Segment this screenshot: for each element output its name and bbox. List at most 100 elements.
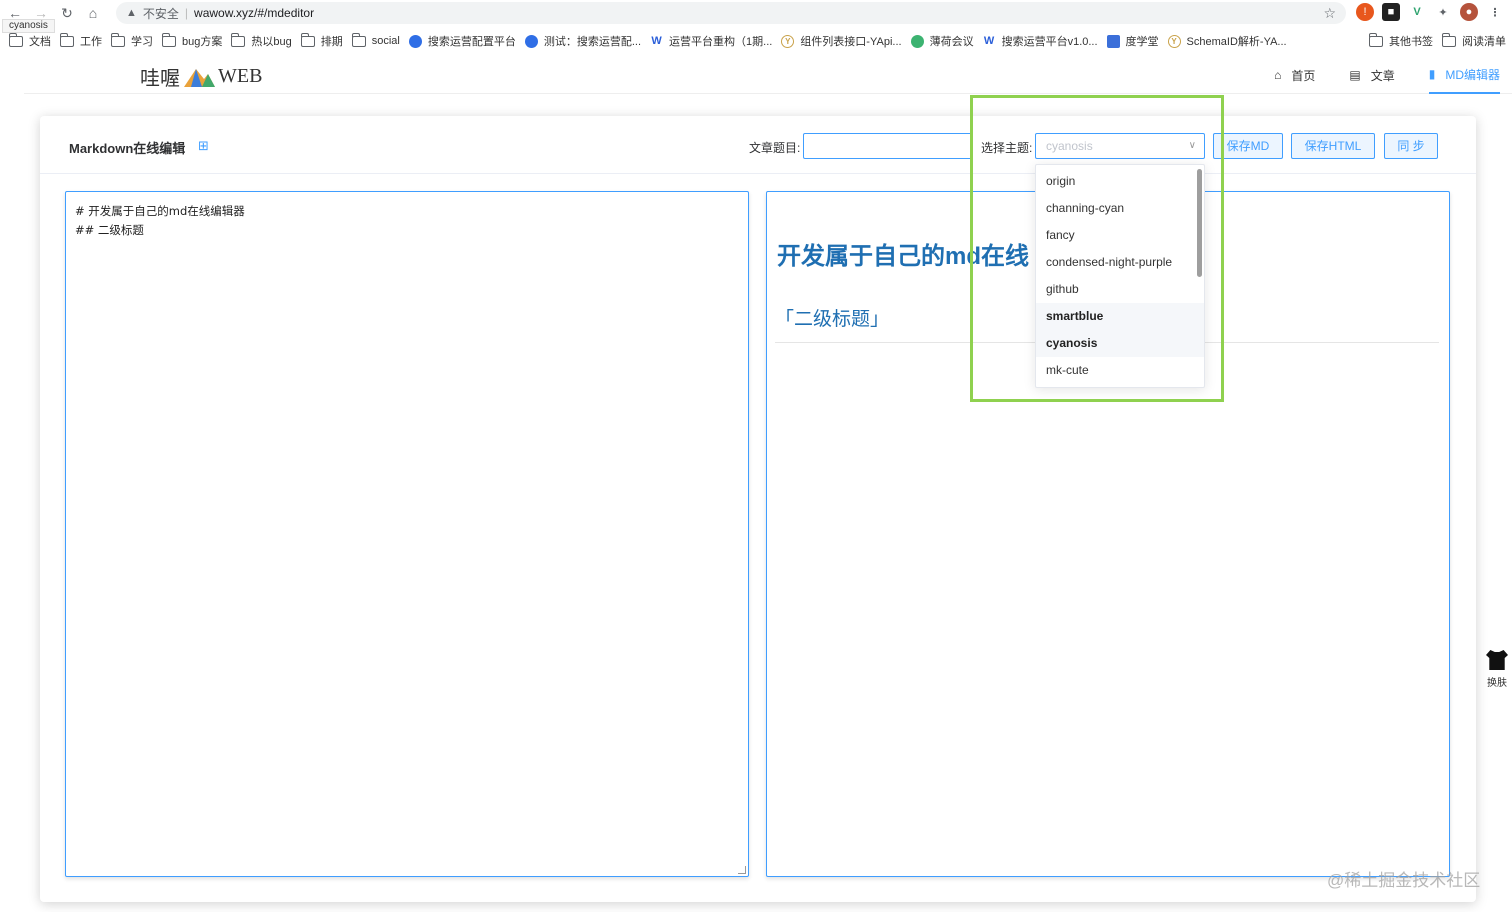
skin-switch-widget[interactable]: 换肤 (1484, 650, 1510, 689)
theme-option[interactable]: github (1036, 276, 1204, 303)
y-icon: Y (781, 34, 795, 48)
editor-card: Markdown在线编辑 ⊞ 文章题目: 选择主题: cyanosis ∨ 保存… (40, 116, 1476, 902)
site-header: 哇喔 WEB ⌂ 首页 ▤ 文章 ▮ MD编辑器 (24, 56, 1512, 94)
home-icon[interactable]: ⌂ (82, 2, 104, 24)
bookmark-label: 薄荷会议 (929, 36, 974, 48)
theme-option[interactable]: cyanosis (1036, 330, 1204, 357)
square-icon (1106, 34, 1120, 48)
list-icon (1442, 32, 1456, 47)
theme-select[interactable]: cyanosis ∨ (1035, 133, 1205, 159)
page-title: Markdown在线编辑 (69, 141, 186, 156)
bookmark-label: 搜索运营配置平台 (427, 36, 516, 48)
theme-option[interactable]: origin (1036, 168, 1204, 195)
logo-text-right: WEB (218, 65, 263, 87)
bookmark-right-0[interactable]: 其他书签 (1369, 32, 1433, 49)
save-html-button[interactable]: 保存HTML (1291, 133, 1375, 159)
editor-line: ## 二级标题 (75, 223, 144, 237)
bookmark-label: 运营平台重构（1期... (669, 36, 773, 48)
grid-icon[interactable]: ⊞ (198, 138, 209, 154)
shirt-icon (1486, 650, 1508, 670)
bookmark-1[interactable]: 工作 (60, 32, 102, 49)
url-text[interactable]: wawow.xyz/#/mdeditor (194, 6, 314, 20)
home-icon: ⌂ (1274, 68, 1282, 82)
more-menu-icon[interactable]: ⋮ (1486, 3, 1504, 21)
main-nav: ⌂ 首页 ▤ 文章 ▮ MD编辑器 (1240, 56, 1500, 94)
reload-icon[interactable]: ↻ (56, 2, 78, 24)
folder-icon (9, 32, 23, 47)
bookmark-2[interactable]: 学习 (111, 32, 153, 49)
browser-toolbar: ← → ↻ ⌂ ▲ 不安全 | wawow.xyz/#/mdeditor ☆ !… (0, 0, 1512, 26)
site-logo[interactable]: 哇喔 WEB (140, 62, 262, 91)
bookmark-label: 工作 (80, 36, 102, 48)
address-bar[interactable]: ▲ 不安全 | wawow.xyz/#/mdeditor ☆ (116, 2, 1346, 24)
w-icon: W (983, 35, 995, 47)
nav-item-md-editor[interactable]: ▮ MD编辑器 (1428, 56, 1500, 94)
bookmark-star-icon[interactable]: ☆ (1323, 5, 1336, 22)
theme-option[interactable]: channing-cyan (1036, 195, 1204, 222)
bookmark-4[interactable]: 热以bug (231, 32, 292, 49)
circle-icon (524, 34, 538, 48)
bookmark-label: 测试：搜索运营配... (543, 36, 642, 48)
bookmark-10[interactable]: Y 组件列表接口-YApi... (781, 33, 902, 49)
bookmark-3[interactable]: bug方案 (162, 32, 223, 49)
nav-item-label: 首页 (1291, 68, 1316, 83)
bookmark-label: 文档 (29, 36, 51, 48)
nav-item-home[interactable]: ⌂ 首页 (1274, 56, 1315, 94)
folder-icon (300, 32, 315, 47)
bookmark-label: social (371, 35, 400, 47)
bookmark-9[interactable]: W 运营平台重构（1期... (650, 33, 772, 49)
bookmark-label: 其他书签 (1389, 36, 1433, 48)
folder-icon (1369, 32, 1383, 47)
theme-label: 选择主题: (981, 141, 1033, 155)
theme-option[interactable]: mk-cute (1036, 357, 1204, 384)
theme-select-value: cyanosis (1046, 139, 1093, 153)
markdown-editor-textarea[interactable]: # 开发属于自己的md在线编辑器 ## 二级标题 (65, 191, 749, 877)
chevron-down-icon: ∨ (1188, 140, 1196, 151)
bookmark-label: 度学堂 (1125, 36, 1159, 48)
dropdown-scrollbar[interactable] (1197, 169, 1202, 277)
leaf-icon (910, 34, 924, 48)
logo-text-left: 哇喔 (140, 68, 180, 90)
bookmark-13[interactable]: 度学堂 (1106, 33, 1159, 49)
bookmark-7[interactable]: 搜索运营配置平台 (408, 33, 516, 49)
skin-switch-label: 换肤 (1487, 678, 1507, 689)
insecure-label: 不安全 (142, 6, 179, 21)
bookmark-0[interactable]: 文档 (9, 32, 51, 49)
preview-heading-2: 「二级标题」 (775, 309, 890, 330)
card-header: Markdown在线编辑 ⊞ 文章题目: 选择主题: cyanosis ∨ 保存… (40, 116, 1476, 174)
theme-option[interactable]: smartblue (1036, 303, 1204, 330)
bookmark-14[interactable]: Y SchemaID解析-YA... (1167, 33, 1287, 49)
bookmark-label: 学习 (131, 36, 153, 48)
resize-handle-icon[interactable] (738, 866, 746, 874)
bookmark-label: SchemaID解析-YA... (1186, 36, 1287, 48)
folder-icon (111, 32, 125, 47)
bookmark-label: 阅读清单 (1462, 36, 1506, 48)
theme-dropdown-menu: origin channing-cyan fancy condensed-night-… (1035, 164, 1205, 388)
w-icon: W (651, 35, 662, 47)
bookmark-8[interactable]: 测试：搜索运营配... (524, 33, 642, 49)
theme-option[interactable]: condensed-night-purple (1036, 249, 1204, 276)
profile-avatar-icon[interactable]: ● (1460, 3, 1478, 21)
document-icon: ▮ (1428, 67, 1436, 81)
bookmark-label: 组件列表接口-YApi... (800, 36, 902, 48)
bookmark-6[interactable]: social (351, 32, 400, 47)
ghost-extension-icon[interactable]: ■ (1382, 3, 1400, 21)
vue-extension-icon[interactable]: V (1408, 3, 1426, 21)
circle-icon (408, 34, 422, 48)
alert-extension-icon[interactable]: ! (1356, 3, 1374, 21)
theme-option[interactable]: fancy (1036, 222, 1204, 249)
article-title-input[interactable] (803, 133, 973, 159)
bookmark-right-1[interactable]: 阅读清单 (1442, 32, 1506, 49)
nav-item-article[interactable]: ▤ 文章 (1349, 56, 1394, 94)
bookmark-5[interactable]: 排期 (300, 32, 343, 49)
bookmark-12[interactable]: W 搜索运营平台v1.0... (983, 33, 1098, 49)
folder-icon (162, 32, 176, 47)
editor-line: # 开发属于自己的md在线编辑器 (75, 204, 245, 218)
bookmark-label: 热以bug (251, 36, 292, 48)
warning-icon: ▲ (126, 7, 137, 19)
sync-button[interactable]: 同 步 (1384, 133, 1438, 159)
bookmark-11[interactable]: 薄荷会议 (910, 33, 974, 49)
puzzle-extension-icon[interactable]: ✦ (1434, 3, 1452, 21)
bookmark-label: bug方案 (182, 36, 223, 48)
save-md-button[interactable]: 保存MD (1213, 133, 1283, 159)
